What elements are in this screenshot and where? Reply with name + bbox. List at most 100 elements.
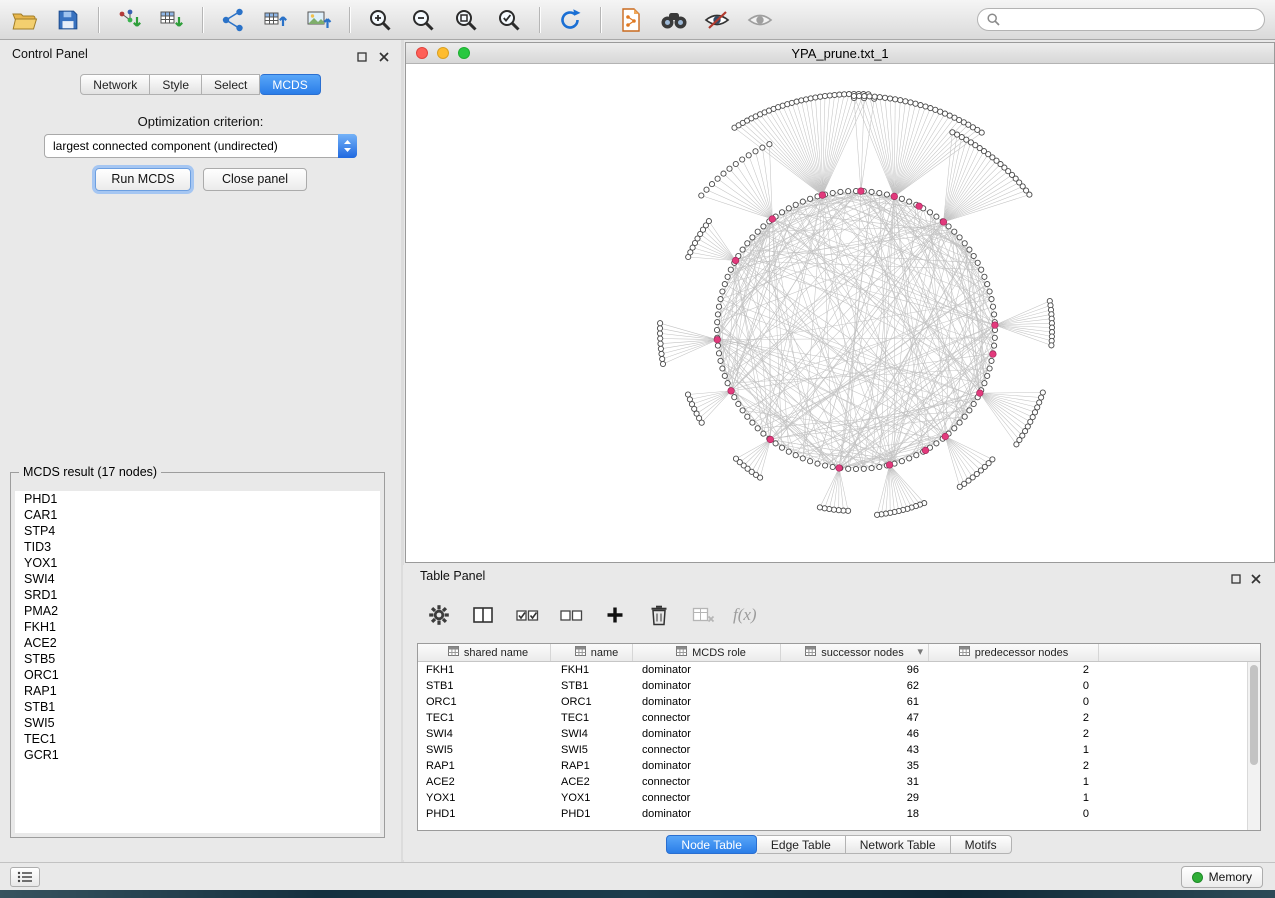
close-panel-icon[interactable]: [379, 49, 389, 67]
mcds-result-item[interactable]: STB1: [15, 699, 380, 715]
search-input[interactable]: [1006, 12, 1255, 28]
table-row[interactable]: SWI5SWI5connector431: [418, 742, 1260, 758]
column-header-predecessor-nodes[interactable]: predecessor nodes: [929, 644, 1099, 661]
mcds-result-item[interactable]: STP4: [15, 523, 380, 539]
table-row[interactable]: PHD1PHD1dominator180: [418, 806, 1260, 822]
share-document-button[interactable]: [616, 5, 646, 35]
scrollbar-thumb[interactable]: [1250, 665, 1258, 765]
tab-node-table[interactable]: Node Table: [666, 835, 757, 854]
table-cell: PHD1: [418, 808, 551, 820]
mcds-result-item[interactable]: STB5: [15, 651, 380, 667]
table-row[interactable]: YOX1YOX1connector291: [418, 790, 1260, 806]
add-column-button[interactable]: [601, 601, 629, 629]
table-cell: connector: [633, 744, 781, 756]
memory-label: Memory: [1209, 870, 1252, 884]
mcds-result-item[interactable]: TID3: [15, 539, 380, 555]
column-header-MCDS-role[interactable]: MCDS role: [633, 644, 781, 661]
float-table-panel-icon[interactable]: [1231, 571, 1241, 589]
table-settings-button[interactable]: [425, 601, 453, 629]
mcds-result-item[interactable]: ACE2: [15, 635, 380, 651]
mcds-result-item[interactable]: YOX1: [15, 555, 380, 571]
table-row[interactable]: FKH1FKH1dominator962: [418, 662, 1260, 678]
toolbar-separator: [349, 7, 350, 33]
table-cell: dominator: [633, 664, 781, 676]
gear-icon: [428, 604, 450, 626]
run-mcds-button[interactable]: Run MCDS: [95, 168, 191, 191]
mcds-result-item[interactable]: ORC1: [15, 667, 380, 683]
apply-layout-button[interactable]: [555, 5, 585, 35]
column-header-name[interactable]: name: [551, 644, 633, 661]
criterion-dropdown[interactable]: largest connected component (undirected): [44, 134, 357, 158]
table-row[interactable]: STB1STB1dominator620: [418, 678, 1260, 694]
save-session-button[interactable]: [53, 5, 83, 35]
search-icon: [987, 13, 1000, 26]
select-all-button[interactable]: [513, 601, 541, 629]
hide-selected-button[interactable]: [702, 5, 732, 35]
zoom-selected-button[interactable]: [494, 5, 524, 35]
export-image-button[interactable]: [304, 5, 334, 35]
mcds-result-item[interactable]: TEC1: [15, 731, 380, 747]
import-network-button[interactable]: [114, 5, 144, 35]
delete-column-button[interactable]: [645, 601, 673, 629]
search-box[interactable]: [977, 8, 1265, 31]
column-grid-icon: [959, 646, 970, 659]
tab-mcds[interactable]: MCDS: [260, 74, 320, 95]
mcds-result-item[interactable]: RAP1: [15, 683, 380, 699]
close-table-panel-icon[interactable]: [1251, 571, 1261, 589]
mcds-result-item[interactable]: SWI4: [15, 571, 380, 587]
mcds-result-item[interactable]: PHD1: [15, 491, 380, 507]
table-scrollbar[interactable]: [1247, 662, 1260, 830]
delete-table-button[interactable]: [689, 601, 717, 629]
close-panel-button[interactable]: Close panel: [203, 168, 307, 191]
network-view-title: YPA_prune.txt_1: [406, 46, 1274, 61]
tab-network-table[interactable]: Network Table: [846, 835, 951, 854]
mcds-result-item[interactable]: PMA2: [15, 603, 380, 619]
import-table-button[interactable]: [157, 5, 187, 35]
export-network-button[interactable]: [218, 5, 248, 35]
table-cell: 0: [929, 808, 1099, 820]
function-builder-button[interactable]: f(x): [733, 605, 757, 625]
tab-network[interactable]: Network: [80, 74, 150, 95]
mcds-result-item[interactable]: CAR1: [15, 507, 380, 523]
tab-motifs[interactable]: Motifs: [951, 835, 1012, 854]
table-cell: 18: [781, 808, 929, 820]
zoom-fit-button[interactable]: [451, 5, 481, 35]
open-session-button[interactable]: [10, 5, 40, 35]
sort-chevron-icon[interactable]: ▾: [917, 645, 923, 658]
table-cell: YOX1: [551, 792, 633, 804]
table-cell: SWI5: [551, 744, 633, 756]
column-header-successor-nodes[interactable]: successor nodes▾: [781, 644, 929, 661]
show-hidden-button[interactable]: [745, 5, 775, 35]
tab-select[interactable]: Select: [202, 74, 260, 95]
table-cell: ACE2: [551, 776, 633, 788]
network-title-bar[interactable]: YPA_prune.txt_1: [406, 43, 1274, 64]
tab-edge-table[interactable]: Edge Table: [757, 835, 846, 854]
zoom-out-button[interactable]: [408, 5, 438, 35]
memory-button[interactable]: Memory: [1181, 866, 1263, 888]
export-table-button[interactable]: [261, 5, 291, 35]
zoom-in-button[interactable]: [365, 5, 395, 35]
table-row[interactable]: ORC1ORC1dominator610: [418, 694, 1260, 710]
search-network-button[interactable]: [659, 5, 689, 35]
table-row[interactable]: TEC1TEC1connector472: [418, 710, 1260, 726]
float-panel-icon[interactable]: [357, 49, 367, 67]
node-table-body: FKH1FKH1dominator962STB1STB1dominator620…: [418, 662, 1260, 822]
deselect-all-button[interactable]: [557, 601, 585, 629]
table-cell: SWI4: [551, 728, 633, 740]
zoom-selected-icon: [496, 7, 522, 33]
control-panel: Control Panel NetworkStyleSelectMCDS Opt…: [0, 40, 401, 862]
show-columns-button[interactable]: [469, 601, 497, 629]
mcds-result-item[interactable]: SWI5: [15, 715, 380, 731]
task-history-button[interactable]: [10, 867, 40, 887]
mcds-result-item[interactable]: GCR1: [15, 747, 380, 763]
table-row[interactable]: ACE2ACE2connector311: [418, 774, 1260, 790]
column-header-shared-name[interactable]: shared name: [418, 644, 551, 661]
table-row[interactable]: RAP1RAP1dominator352: [418, 758, 1260, 774]
tab-style[interactable]: Style: [150, 74, 202, 95]
mcds-result-item[interactable]: FKH1: [15, 619, 380, 635]
table-cell: FKH1: [551, 664, 633, 676]
control-panel-title: Control Panel: [12, 47, 88, 61]
mcds-result-item[interactable]: SRD1: [15, 587, 380, 603]
table-row[interactable]: SWI4SWI4dominator462: [418, 726, 1260, 742]
network-canvas[interactable]: [406, 64, 1274, 562]
